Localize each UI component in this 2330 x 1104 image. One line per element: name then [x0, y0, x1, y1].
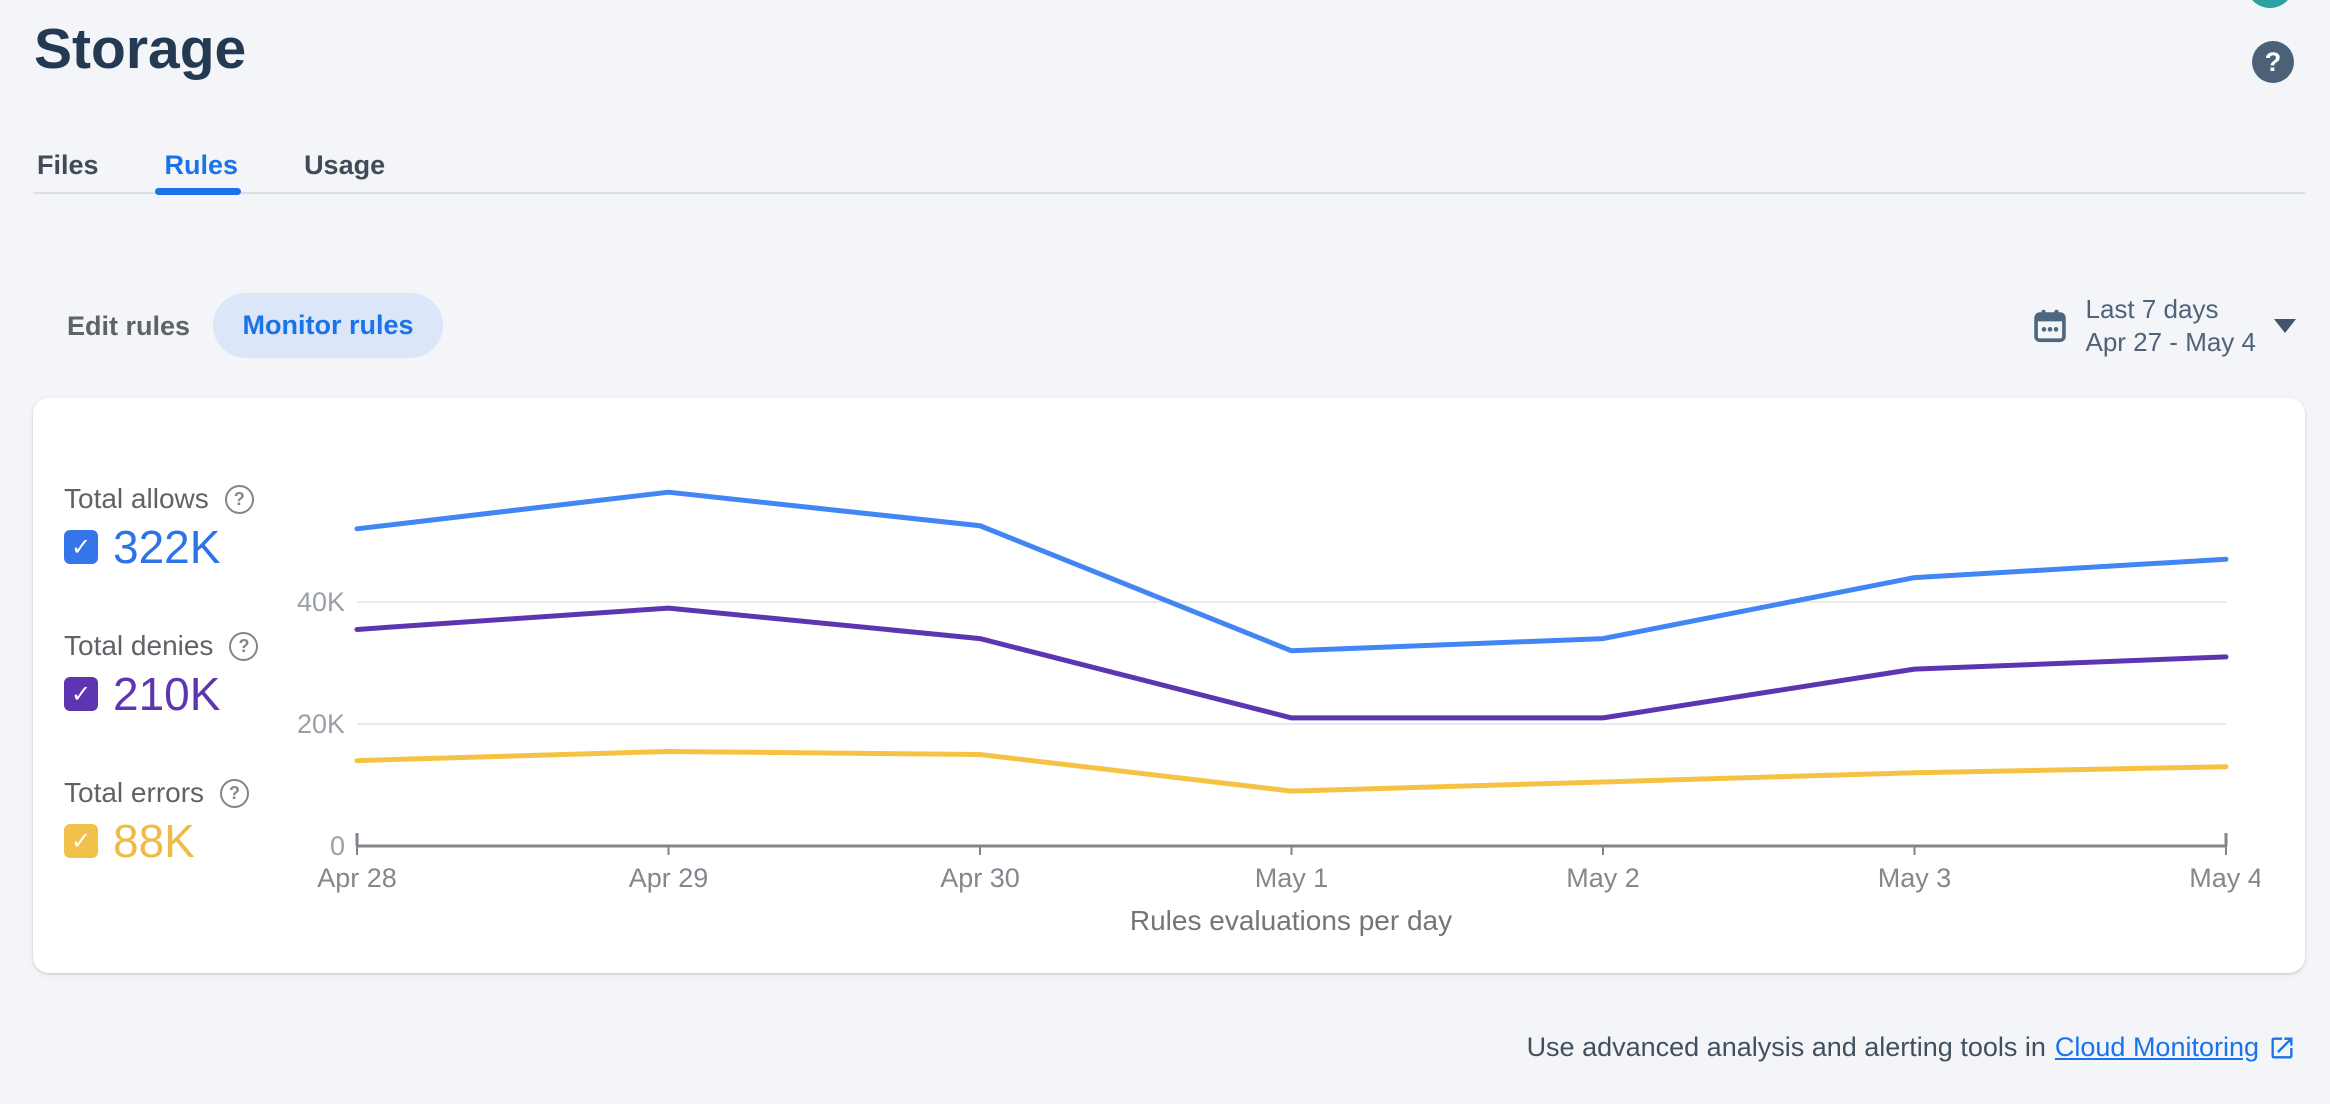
monitor-rules-label: Monitor rules	[242, 310, 414, 340]
chart-title: Rules evaluations per day	[1129, 905, 1453, 936]
tab-rules[interactable]: Rules	[165, 150, 239, 181]
account-avatar[interactable]	[2246, 0, 2294, 8]
series-checkbox-denies[interactable]	[64, 677, 98, 711]
svg-text:Apr 30: Apr 30	[940, 863, 1020, 893]
tab-usage[interactable]: Usage	[304, 150, 385, 181]
rules-evaluations-chart: 0 20K 40K Apr 28 Apr 29 Apr 30 May 1 May 2 May 3…	[297, 489, 2260, 893]
storage-page: Storage ? Files Rules Usage Edit rules M…	[0, 0, 2330, 1104]
date-range-dates: Apr 27 - May 4	[2085, 327, 2256, 357]
legend-value: 210K	[113, 668, 221, 720]
edit-rules-button[interactable]: Edit rules	[67, 311, 190, 342]
series-checkbox-allows[interactable]	[64, 530, 98, 564]
date-range-preset: Last 7 days	[2085, 294, 2219, 324]
svg-text:May 3: May 3	[1878, 863, 1952, 893]
svg-text:May 2: May 2	[1566, 863, 1640, 893]
series-checkbox-errors[interactable]	[64, 824, 98, 858]
cloud-monitoring-link[interactable]: Cloud Monitoring	[2055, 1032, 2259, 1063]
svg-text:Apr 29: Apr 29	[629, 863, 709, 893]
date-range-selector[interactable]: Last 7 days Apr 27 - May 4	[2031, 293, 2296, 359]
svg-text:40K: 40K	[297, 587, 345, 617]
footer-text: Use advanced analysis and alerting tools…	[1526, 1032, 2046, 1062]
tab-files[interactable]: Files	[37, 150, 99, 181]
help-icon[interactable]: ?	[2252, 41, 2294, 83]
svg-text:May 1: May 1	[1255, 863, 1329, 893]
legend-label: Total allows	[64, 483, 209, 514]
svg-text:0: 0	[330, 831, 345, 861]
tab-bar: Files Rules Usage	[37, 150, 385, 181]
legend-label: Total denies	[64, 630, 214, 661]
monitor-rules-button[interactable]: Monitor rules	[213, 293, 443, 358]
legend-value: 322K	[113, 521, 221, 573]
calendar-icon	[2034, 309, 2067, 343]
legend-label: Total errors	[64, 777, 205, 808]
rules-monitor-card: Total allows 322K Total denies 210K	[33, 398, 2305, 973]
dropdown-arrow-icon	[2274, 319, 2296, 333]
svg-text:May 4: May 4	[2189, 863, 2260, 893]
footer-note: Use advanced analysis and alerting tools…	[1527, 1032, 2296, 1063]
external-link-icon	[2271, 1037, 2293, 1058]
svg-text:20K: 20K	[297, 709, 345, 739]
svg-text:Apr 28: Apr 28	[317, 863, 397, 893]
page-title: Storage	[34, 17, 247, 81]
legend-value: 88K	[113, 815, 195, 867]
tab-divider	[33, 192, 2305, 194]
active-tab-indicator	[155, 188, 241, 195]
date-range-text: Last 7 days Apr 27 - May 4	[2085, 293, 2256, 359]
